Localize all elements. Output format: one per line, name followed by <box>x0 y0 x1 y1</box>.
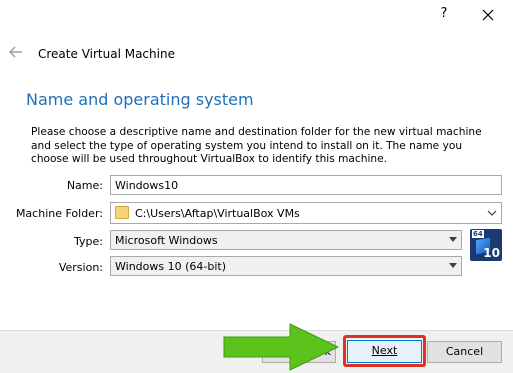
machine-folder-select[interactable]: C:\Users\Aftap\VirtualBox VMs <box>110 202 502 224</box>
machine-folder-label: Machine Folder: <box>15 207 103 220</box>
version-label: Version: <box>58 261 103 274</box>
machine-folder-value: C:\Users\Aftap\VirtualBox VMs <box>135 207 300 220</box>
version-select-value: Windows 10 (64-bit) <box>115 260 226 273</box>
title-bar: ? <box>0 0 513 32</box>
folder-icon <box>115 206 129 219</box>
name-label: Name: <box>66 179 103 192</box>
dropdown-arrow-icon <box>449 263 457 268</box>
back-arrow-icon[interactable] <box>8 44 24 60</box>
section-title: Name and operating system <box>26 90 254 109</box>
type-label: Type: <box>74 235 103 248</box>
cancel-button-label: Cancel <box>445 345 484 358</box>
windows-10-os-icon: 64 10 <box>470 229 502 261</box>
name-input-value: Windows10 <box>115 179 179 192</box>
help-button[interactable]: ? <box>436 6 452 26</box>
cancel-button[interactable]: Cancel <box>427 341 502 363</box>
name-input[interactable]: Windows10 <box>110 175 502 195</box>
type-select[interactable]: Microsoft Windows <box>110 230 462 250</box>
close-icon[interactable] <box>478 5 498 25</box>
next-button-highlight <box>343 335 426 367</box>
dialog-title: Create Virtual Machine <box>38 47 175 61</box>
chevron-down-icon <box>487 210 497 216</box>
os-badge-10: 10 <box>483 246 500 260</box>
os-badge-64: 64 <box>472 230 484 238</box>
type-select-value: Microsoft Windows <box>115 234 218 247</box>
section-description: Please choose a descriptive name and des… <box>31 126 482 165</box>
version-select[interactable]: Windows 10 (64-bit) <box>110 256 462 276</box>
dropdown-arrow-icon <box>449 237 457 242</box>
green-pointer-arrow-icon <box>223 323 340 371</box>
